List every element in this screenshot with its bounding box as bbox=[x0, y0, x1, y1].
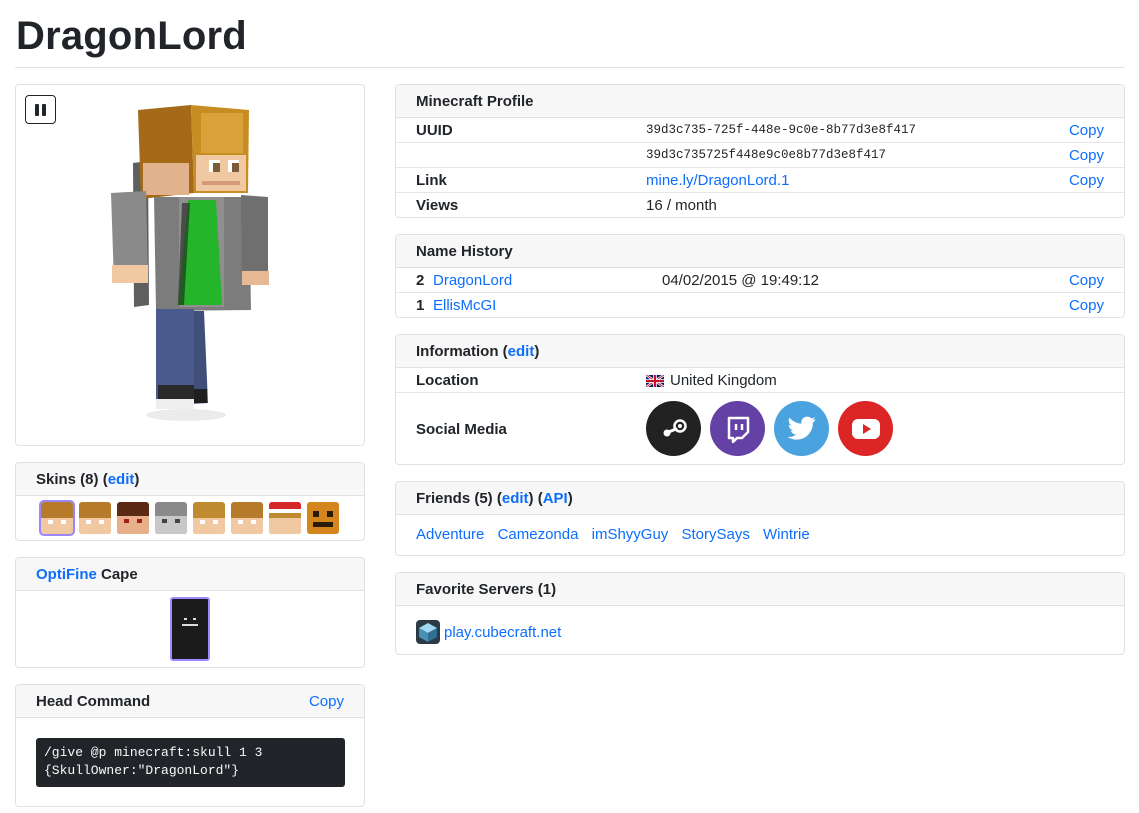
cape-image[interactable] bbox=[170, 597, 210, 661]
friends-list: Adventure Camezonda imShyyGuy StorySays … bbox=[396, 515, 1124, 555]
youtube-icon[interactable] bbox=[838, 401, 893, 456]
information-header: Information (edit) bbox=[396, 335, 1124, 368]
head-command-header: Head Command Copy bbox=[16, 685, 364, 718]
link-copy-button[interactable]: Copy bbox=[1069, 168, 1104, 193]
optifine-link[interactable]: OptiFine bbox=[36, 566, 97, 583]
skins-card: Skins (8) (edit) bbox=[15, 462, 365, 541]
friend-link[interactable]: StorySays bbox=[681, 526, 749, 543]
friend-link[interactable]: imShyyGuy bbox=[592, 526, 669, 543]
skins-edit-link[interactable]: edit bbox=[108, 471, 135, 488]
uuid-short-row: 39d3c735725f448e9c0e8b77d3e8f417 Copy bbox=[396, 143, 1124, 168]
skin-render[interactable] bbox=[16, 85, 365, 446]
name-history-name[interactable]: EllisMcGI bbox=[433, 293, 496, 317]
friends-api-link[interactable]: API bbox=[543, 490, 568, 507]
friends-title: Friends (5) bbox=[416, 490, 493, 507]
link-label: Link bbox=[416, 172, 447, 189]
social-icons bbox=[646, 401, 893, 456]
skin-thumbnail[interactable] bbox=[117, 502, 149, 534]
skin-viewer[interactable] bbox=[15, 84, 365, 446]
page: DragonLord Skins (8) (edit) OptiFine Cap… bbox=[0, 0, 1139, 813]
favorite-servers-header: Favorite Servers (1) bbox=[396, 573, 1124, 606]
favorite-servers-card: Favorite Servers (1) play.cubecraft.net bbox=[395, 572, 1125, 655]
head-command-card: Head Command Copy /give @p minecraft:sku… bbox=[15, 684, 365, 807]
uuid-row: UUID 39d3c735-725f-448e-9c0e-8b77d3e8f41… bbox=[396, 118, 1124, 143]
skins-close-paren: ) bbox=[134, 471, 140, 488]
uuid-short-copy-button[interactable]: Copy bbox=[1069, 143, 1104, 168]
twitch-icon[interactable] bbox=[710, 401, 765, 456]
profile-link[interactable]: mine.ly/DragonLord.1 bbox=[646, 168, 789, 193]
skin-thumbnail[interactable] bbox=[307, 502, 339, 534]
friend-link[interactable]: Camezonda bbox=[498, 526, 579, 543]
friend-link[interactable]: Adventure bbox=[416, 526, 484, 543]
head-command-code[interactable]: /give @p minecraft:skull 1 3 {SkullOwner… bbox=[36, 738, 345, 787]
skin-thumbnails bbox=[16, 496, 364, 536]
skins-label: Skins (8) bbox=[36, 471, 99, 488]
profile-header: Minecraft Profile bbox=[396, 85, 1124, 118]
head-command-title: Head Command bbox=[36, 693, 151, 710]
name-history-header: Name History bbox=[396, 235, 1124, 268]
name-history-card: Name History 2 DragonLord 04/02/2015 @ 1… bbox=[395, 234, 1125, 318]
social-media-label: Social Media bbox=[416, 421, 507, 438]
uk-flag-icon bbox=[646, 374, 664, 387]
information-title: Information bbox=[416, 343, 499, 360]
name-history-number: 1 bbox=[416, 297, 425, 314]
twitter-icon[interactable] bbox=[774, 401, 829, 456]
name-history-copy-button[interactable]: Copy bbox=[1069, 293, 1104, 317]
location-row: Location United Kingdom bbox=[396, 368, 1124, 393]
link-row: Link mine.ly/DragonLord.1 Copy bbox=[396, 168, 1124, 193]
skin-thumbnail[interactable] bbox=[39, 500, 75, 536]
information-card: Information (edit) Location United Kingd… bbox=[395, 334, 1125, 465]
location-value: United Kingdom bbox=[670, 372, 777, 389]
cape-label: Cape bbox=[101, 566, 138, 583]
cubecraft-server-icon bbox=[416, 620, 440, 644]
head-command-copy-button[interactable]: Copy bbox=[309, 685, 344, 718]
skin-thumbnail[interactable] bbox=[193, 502, 225, 534]
views-row: Views 16 / month bbox=[396, 193, 1124, 217]
views-value: 16 / month bbox=[646, 197, 717, 214]
page-title: DragonLord bbox=[16, 14, 247, 58]
friends-card: Friends (5) (edit) (API) Adventure Camez… bbox=[395, 481, 1125, 556]
uuid-copy-button[interactable]: Copy bbox=[1069, 118, 1104, 143]
name-history-name[interactable]: DragonLord bbox=[433, 268, 512, 293]
cape-card: OptiFine Cape bbox=[15, 557, 365, 668]
location-value-wrap: United Kingdom bbox=[646, 368, 777, 393]
skin-thumbnail[interactable] bbox=[79, 502, 111, 534]
friends-header: Friends (5) (edit) (API) bbox=[396, 482, 1124, 515]
name-history-copy-button[interactable]: Copy bbox=[1069, 268, 1104, 293]
uuid-value: 39d3c735-725f-448e-9c0e-8b77d3e8f417 bbox=[646, 123, 917, 137]
views-label: Views bbox=[416, 197, 459, 214]
location-label: Location bbox=[416, 372, 479, 389]
friends-edit-link[interactable]: edit bbox=[502, 490, 529, 507]
name-history-number: 2 bbox=[416, 272, 425, 289]
title-divider bbox=[15, 67, 1125, 68]
server-link[interactable]: play.cubecraft.net bbox=[444, 624, 561, 641]
name-history-row: 2 DragonLord 04/02/2015 @ 19:49:12 Copy bbox=[396, 268, 1124, 293]
name-history-row: 1 EllisMcGI Copy bbox=[396, 293, 1124, 317]
information-edit-link[interactable]: edit bbox=[508, 343, 535, 360]
uuid-short-value: 39d3c735725f448e9c0e8b77d3e8f417 bbox=[646, 148, 887, 162]
minecraft-profile-card: Minecraft Profile UUID 39d3c735-725f-448… bbox=[395, 84, 1125, 218]
server-item: play.cubecraft.net bbox=[396, 606, 1124, 644]
skin-thumbnail[interactable] bbox=[231, 502, 263, 534]
name-history-date: 04/02/2015 @ 19:49:12 bbox=[662, 272, 820, 289]
friend-link[interactable]: Wintrie bbox=[763, 526, 810, 543]
skin-thumbnail[interactable] bbox=[155, 502, 187, 534]
cape-header: OptiFine Cape bbox=[16, 558, 364, 591]
uuid-label: UUID bbox=[416, 122, 453, 139]
skin-thumbnail[interactable] bbox=[269, 502, 301, 534]
steam-icon[interactable] bbox=[646, 401, 701, 456]
social-media-row: Social Media bbox=[396, 393, 1124, 464]
skins-header: Skins (8) (edit) bbox=[16, 463, 364, 496]
